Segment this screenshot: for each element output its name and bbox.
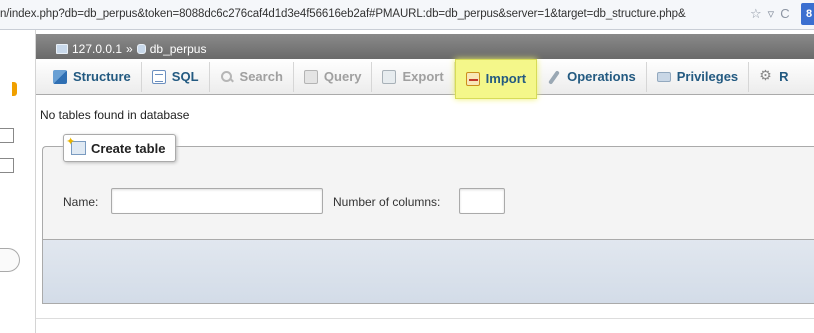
tab-privileges[interactable]: Privileges bbox=[647, 61, 750, 92]
navigation-button[interactable] bbox=[0, 248, 20, 272]
table-name-label: Name: bbox=[63, 195, 99, 209]
breadcrumb-separator: » bbox=[126, 42, 133, 56]
tab-label: Privileges bbox=[676, 69, 739, 84]
columns-input[interactable] bbox=[459, 188, 505, 214]
tab-search: Search bbox=[210, 61, 294, 92]
breadcrumb: 127.0.0.1 » db_perpus bbox=[36, 34, 814, 59]
database-tabs: Structure SQL Search Query Export Import… bbox=[36, 58, 814, 99]
legend-label: Create table bbox=[91, 140, 166, 156]
operations-icon bbox=[547, 70, 561, 84]
tab-import[interactable]: Import bbox=[454, 58, 538, 99]
tab-label: Search bbox=[239, 69, 283, 84]
reload-icon[interactable]: C bbox=[780, 6, 789, 22]
table-name-input[interactable] bbox=[111, 188, 323, 214]
database-icon bbox=[136, 44, 146, 54]
query-icon bbox=[303, 69, 318, 84]
create-table-icon bbox=[66, 135, 86, 155]
tab-export: Export bbox=[372, 61, 455, 92]
sql-icon bbox=[151, 69, 166, 84]
export-icon bbox=[382, 69, 397, 84]
collapse-control[interactable] bbox=[0, 128, 14, 143]
tab-structure[interactable]: Structure bbox=[43, 61, 142, 92]
tab-routines[interactable]: R bbox=[749, 62, 798, 92]
triangle-down-icon[interactable]: ▿ bbox=[768, 6, 775, 22]
url-text[interactable]: n/index.php?db=db_perpus&token=8088dc6c2… bbox=[0, 8, 686, 20]
import-icon bbox=[465, 71, 480, 86]
search-icon bbox=[220, 70, 234, 84]
breadcrumb-server[interactable]: 127.0.0.1 bbox=[72, 42, 122, 56]
tab-label: SQL bbox=[171, 69, 199, 84]
browser-address-bar[interactable]: n/index.php?db=db_perpus&token=8088dc6c2… bbox=[0, 0, 814, 30]
navigation-frame bbox=[0, 30, 35, 333]
tab-label: Query bbox=[323, 69, 362, 84]
logo-fragment bbox=[12, 82, 17, 96]
breadcrumb-database[interactable]: db_perpus bbox=[150, 42, 207, 56]
url-actions: ☆ ▿ C bbox=[750, 6, 790, 22]
tab-label: R bbox=[779, 69, 789, 84]
tab-label: Import bbox=[485, 71, 527, 86]
tab-sql[interactable]: SQL bbox=[142, 61, 210, 92]
fieldset-footer bbox=[42, 240, 814, 304]
tab-label: Operations bbox=[567, 69, 636, 84]
privileges-icon bbox=[656, 71, 671, 82]
tab-operations[interactable]: Operations bbox=[537, 61, 647, 92]
routines-icon bbox=[759, 67, 773, 84]
star-icon[interactable]: ☆ bbox=[750, 6, 762, 22]
divider bbox=[36, 318, 814, 319]
create-table-legend: Create table bbox=[63, 134, 177, 162]
tab-label: Export bbox=[402, 69, 444, 84]
no-tables-message: No tables found in database bbox=[40, 108, 190, 122]
tab-query: Query bbox=[294, 61, 373, 92]
collapse-control[interactable] bbox=[0, 158, 14, 173]
extension-icon[interactable]: 8 bbox=[801, 3, 814, 25]
server-icon bbox=[56, 44, 68, 54]
columns-label: Number of columns: bbox=[333, 195, 441, 209]
tab-label: Structure bbox=[73, 69, 131, 84]
structure-icon bbox=[53, 69, 67, 84]
